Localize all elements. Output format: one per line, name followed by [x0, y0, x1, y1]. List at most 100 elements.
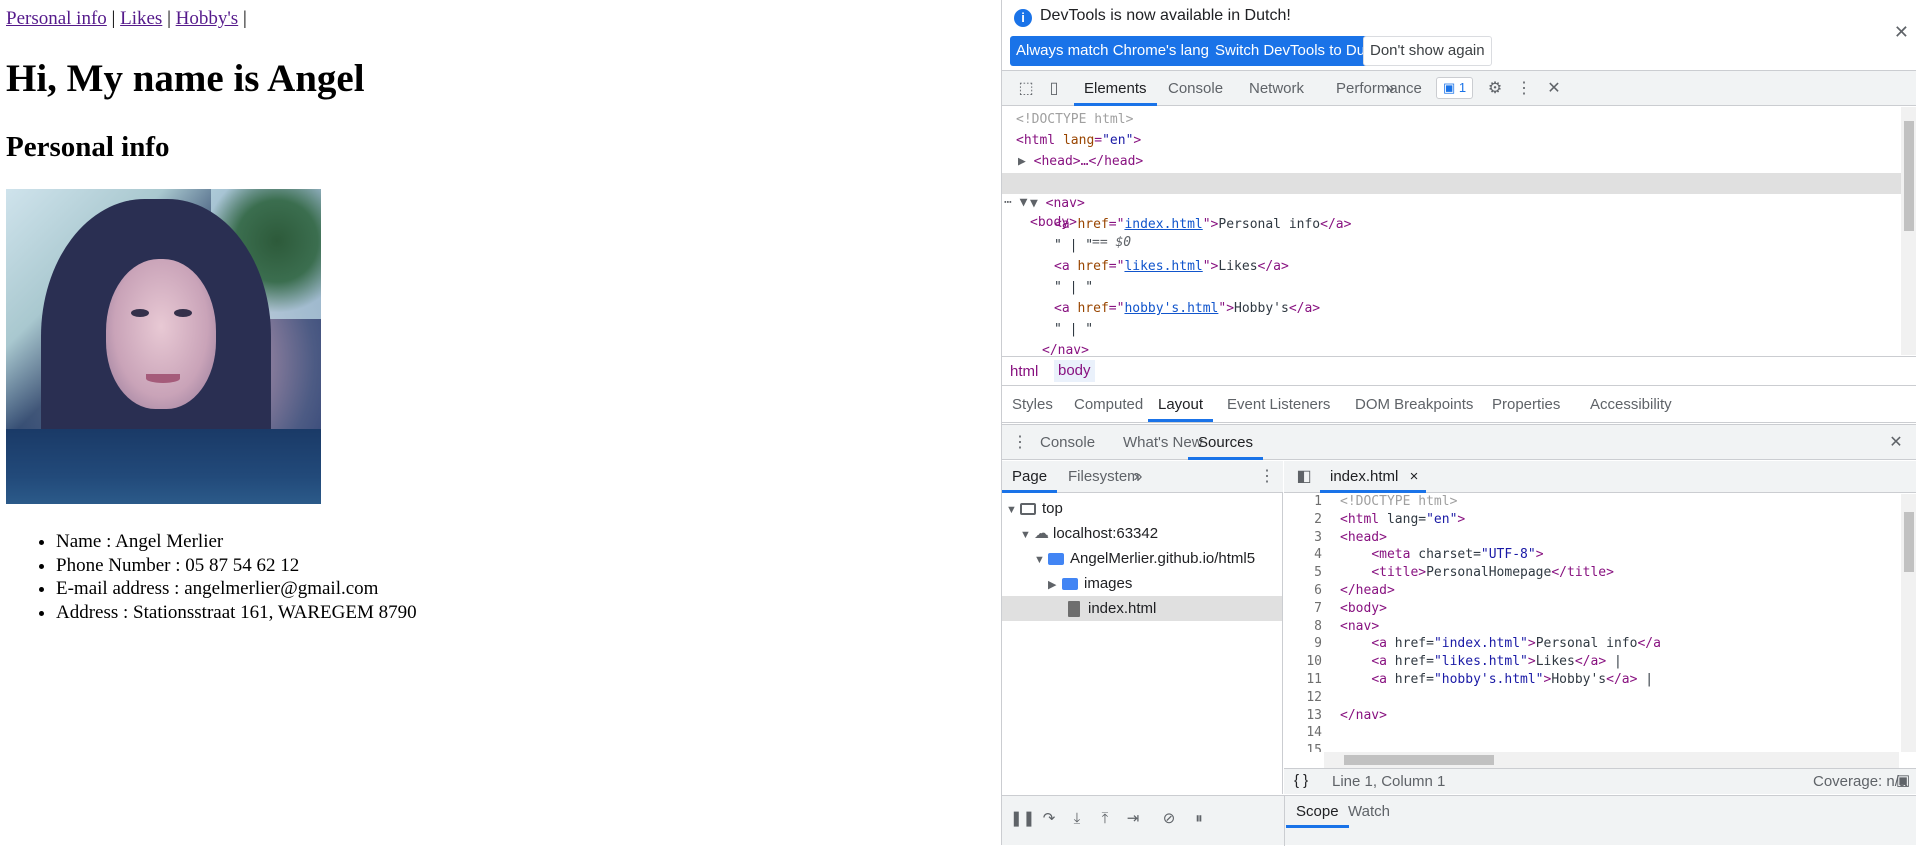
pause-on-exceptions-icon[interactable]: ⏸: [1188, 808, 1210, 830]
devtools-main-toolbar: ⬚ ▯ Elements Console Network Performance…: [1002, 70, 1916, 106]
toggle-navigator-icon[interactable]: ◧: [1294, 467, 1314, 487]
step-out-icon[interactable]: ⤒: [1094, 808, 1116, 830]
tree-a-personal-info[interactable]: <a href="index.html">Personal info</a>: [1054, 215, 1351, 236]
folder-icon: [1062, 578, 1078, 591]
tab-network[interactable]: Network: [1239, 71, 1314, 106]
elements-scrollbar[interactable]: [1901, 107, 1916, 355]
tree-doctype[interactable]: <!DOCTYPE html>: [1016, 110, 1133, 131]
elements-sub-tabs: Styles Computed Layout Event Listeners D…: [1002, 387, 1916, 423]
tree-file-index[interactable]: index.html: [1002, 596, 1282, 621]
language-infobar: i DevTools is now available in Dutch! ✕ …: [1002, 0, 1916, 69]
tab-styles[interactable]: Styles: [1002, 387, 1063, 422]
devtools-panel: i DevTools is now available in Dutch! ✕ …: [1001, 0, 1916, 846]
line-number[interactable]: 3: [1284, 530, 1322, 545]
line-number[interactable]: 5: [1284, 565, 1322, 580]
line-number[interactable]: 10: [1284, 654, 1322, 669]
close-icon[interactable]: ✕: [1894, 22, 1909, 43]
tab-console[interactable]: Console: [1158, 71, 1233, 106]
more-tabs-icon[interactable]: »: [1380, 79, 1400, 99]
inspect-element-icon[interactable]: ⬚: [1016, 79, 1036, 99]
tree-html[interactable]: <html lang="en">: [1016, 131, 1141, 152]
tab-layout[interactable]: Layout: [1148, 387, 1214, 422]
nav-link-likes[interactable]: Likes: [120, 8, 162, 29]
drawer-toolbar: ⋮ Console What's New Sources ✕: [1002, 424, 1916, 460]
nav-link-hobbys[interactable]: Hobby's: [176, 8, 239, 29]
close-devtools-icon[interactable]: ✕: [1544, 79, 1564, 99]
folder-icon: [1048, 553, 1064, 566]
step-into-icon[interactable]: ⤓: [1066, 808, 1088, 830]
code-line: </head>: [1340, 583, 1395, 598]
more-tabs-icon[interactable]: »: [1128, 467, 1148, 487]
editor-tab-index[interactable]: index.html ×: [1320, 461, 1427, 493]
line-number[interactable]: 15: [1284, 743, 1322, 752]
line-number[interactable]: 14: [1284, 725, 1322, 740]
infobar-message: DevTools is now available in Dutch!: [1040, 7, 1291, 24]
line-number[interactable]: 9: [1284, 636, 1322, 651]
editor-horizontal-scrollbar[interactable]: [1324, 752, 1899, 768]
pause-icon[interactable]: ❚❚: [1010, 808, 1035, 830]
tab-elements[interactable]: Elements: [1074, 71, 1157, 106]
editor-vertical-scrollbar[interactable]: [1901, 494, 1916, 752]
breadcrumb-body[interactable]: body: [1054, 360, 1095, 382]
tab-accessibility[interactable]: Accessibility: [1580, 387, 1682, 422]
close-drawer-icon[interactable]: ✕: [1886, 433, 1906, 453]
navigator-menu-icon[interactable]: ⋮: [1257, 467, 1277, 487]
toggle-debugger-sidebar-icon[interactable]: ▣: [1896, 771, 1910, 789]
issues-icon: ▣: [1443, 80, 1456, 95]
tab-computed[interactable]: Computed: [1064, 387, 1153, 422]
close-tab-icon[interactable]: ×: [1410, 461, 1419, 492]
line-number[interactable]: 6: [1284, 583, 1322, 598]
tab-dom-breakpoints[interactable]: DOM Breakpoints: [1345, 387, 1483, 422]
tree-nav[interactable]: ▼ <nav>: [1030, 194, 1085, 215]
tree-head[interactable]: ▶ <head>…</head>: [1018, 152, 1143, 173]
info-address: Address : Stationsstraat 161, WAREGEM 87…: [56, 601, 417, 625]
web-page: Personal info | Likes | Hobby's | Hi, My…: [0, 0, 1001, 845]
divider: [1284, 796, 1285, 846]
line-number[interactable]: 7: [1284, 601, 1322, 616]
line-number[interactable]: 2: [1284, 512, 1322, 527]
step-icon[interactable]: ⇥: [1122, 808, 1144, 830]
tree-a-hobbys[interactable]: <a href="hobby's.html">Hobby's</a>: [1054, 299, 1320, 320]
breadcrumb-html[interactable]: html: [1010, 363, 1038, 380]
settings-gear-icon[interactable]: ⚙: [1485, 79, 1505, 99]
dont-show-again-button[interactable]: Don't show again: [1363, 36, 1492, 66]
tree-text-separator[interactable]: " | ": [1054, 236, 1093, 257]
step-over-icon[interactable]: ↷: [1038, 808, 1060, 830]
device-toolbar-icon[interactable]: ▯: [1044, 79, 1064, 99]
line-number[interactable]: 12: [1284, 690, 1322, 705]
page-heading: Hi, My name is Angel: [6, 57, 365, 100]
pretty-print-icon[interactable]: { }: [1294, 772, 1308, 789]
file-icon: [1068, 601, 1080, 618]
tree-text-separator[interactable]: " | ": [1054, 278, 1093, 299]
deactivate-breakpoints-icon[interactable]: ⊘: [1158, 808, 1180, 830]
tree-text-separator[interactable]: " | ": [1054, 320, 1093, 341]
tab-event-listeners[interactable]: Event Listeners: [1217, 387, 1340, 422]
code-line: <head>: [1340, 529, 1387, 545]
tab-watch[interactable]: Watch: [1338, 796, 1400, 828]
code-editor[interactable]: 1 <!DOCTYPE html> 2 <html lang="en"> 3 <head>…: [1284, 494, 1916, 752]
code-line: <title>PersonalHomepage</title>: [1371, 565, 1614, 581]
tree-folder-images[interactable]: ▶ images: [1048, 571, 1132, 596]
line-number[interactable]: 11: [1284, 672, 1322, 687]
line-number[interactable]: 13: [1284, 708, 1322, 723]
code-line: <meta charset="UTF-8">: [1371, 547, 1544, 563]
drawer-menu-icon[interactable]: ⋮: [1010, 433, 1030, 453]
line-number[interactable]: 4: [1284, 547, 1322, 562]
tree-localhost[interactable]: ▼ ☁ localhost:63342: [1020, 521, 1158, 546]
tree-folder-html5[interactable]: ▼ AngelMerlier.github.io/html5: [1034, 546, 1255, 571]
issues-badge[interactable]: ▣ 1: [1436, 77, 1474, 99]
tree-nav-close[interactable]: </nav>: [1042, 341, 1089, 355]
drawer-tab-console[interactable]: Console: [1030, 425, 1105, 460]
tab-performance[interactable]: Performance: [1326, 71, 1432, 106]
line-number[interactable]: 8: [1284, 619, 1322, 634]
tree-top[interactable]: ▼ top: [1006, 496, 1063, 521]
drawer-tab-sources[interactable]: Sources: [1188, 425, 1264, 460]
nav-link-personal-info[interactable]: Personal info: [6, 8, 107, 29]
tree-a-likes[interactable]: <a href="likes.html">Likes</a>: [1054, 257, 1289, 278]
tab-properties[interactable]: Properties: [1482, 387, 1570, 422]
tree-body-selected[interactable]: ⋯ ▼ <body> == $0: [1002, 173, 1902, 250]
issues-count: 1: [1458, 80, 1467, 95]
more-options-icon[interactable]: ⋮: [1514, 79, 1534, 99]
tab-page[interactable]: Page: [1002, 461, 1058, 493]
line-number[interactable]: 1: [1284, 494, 1322, 509]
